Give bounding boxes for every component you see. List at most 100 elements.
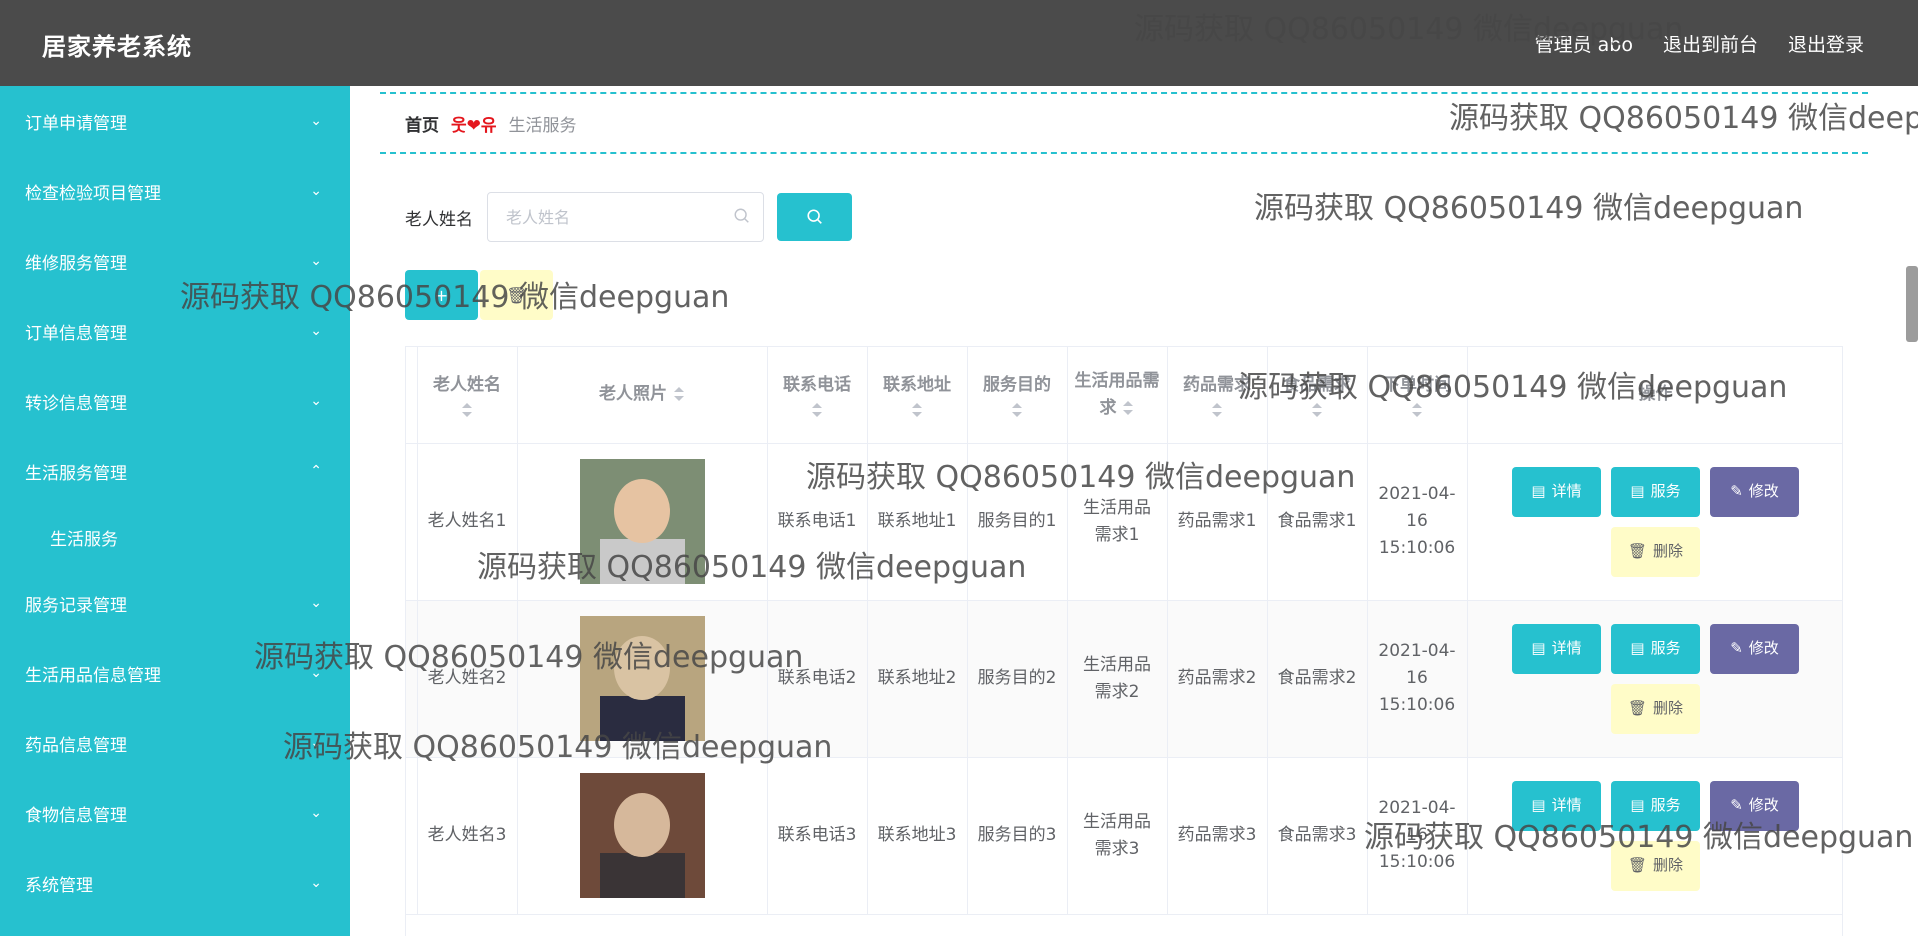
sort-icon[interactable]	[673, 387, 685, 402]
sidebar-item-repair[interactable]: 维修服务管理 ⌄	[0, 226, 350, 296]
row-spacer	[406, 600, 418, 758]
document-icon: ▤	[1531, 482, 1546, 500]
header-address[interactable]: 联系地址	[867, 347, 968, 444]
sort-icon[interactable]	[1122, 400, 1134, 415]
delete-button-label: 删除	[1653, 542, 1684, 560]
header-phone[interactable]: 联系电话	[767, 347, 868, 444]
sort-icon[interactable]	[911, 403, 923, 418]
cell-goods-text: 生活用品需求3	[1083, 811, 1151, 859]
detail-button[interactable]: ▤ 详情	[1512, 780, 1601, 831]
chevron-down-icon: ⌄	[310, 323, 322, 339]
delete-button[interactable]: 🗑 删除	[1611, 683, 1700, 734]
sidebar-subitem-life-service[interactable]: 生活服务	[0, 506, 350, 568]
service-button[interactable]: ▤ 服务	[1611, 466, 1700, 517]
header-actions: 操作	[1467, 347, 1842, 444]
scrollbar[interactable]	[1906, 266, 1918, 342]
chevron-down-icon: ⌄	[310, 183, 322, 199]
service-button-label: 服务	[1650, 639, 1681, 657]
breadcrumb: 首页 웃❤유 生活服务	[380, 92, 1868, 154]
header-food[interactable]: 食品需求	[1267, 347, 1368, 444]
cell-time-text: 2021-04-16 15:10:06	[1378, 484, 1456, 558]
header-name[interactable]: 老人姓名	[417, 347, 518, 444]
batch-delete-button[interactable]: 🗑	[480, 270, 553, 320]
cell-phone-text: 联系电话2	[777, 668, 857, 688]
cell-name: 老人姓名2	[417, 600, 518, 758]
cell-food-text: 食品需求3	[1277, 825, 1357, 845]
cell-address: 联系地址2	[867, 600, 968, 758]
cell-medicine: 药品需求1	[1167, 443, 1268, 601]
cell-purpose: 服务目的3	[967, 757, 1068, 915]
sidebar-item-order-apply[interactable]: 订单申请管理 ⌄	[0, 86, 350, 156]
edit-button-label: 修改	[1748, 482, 1779, 500]
delete-button-label: 删除	[1653, 856, 1684, 874]
sort-icon[interactable]	[1411, 403, 1423, 418]
search-form: 老人姓名	[405, 192, 852, 242]
sort-icon[interactable]	[1211, 403, 1223, 418]
sort-icon[interactable]	[811, 403, 823, 418]
pencil-icon: ✎	[1730, 482, 1743, 500]
cell-actions: ▤ 详情 ▤ 服务 ✎ 修改 🗑 删除	[1467, 600, 1842, 758]
service-button[interactable]: ▤ 服务	[1611, 780, 1700, 831]
sidebar-item-food[interactable]: 食物信息管理 ⌄	[0, 778, 350, 848]
search-button[interactable]	[777, 193, 852, 241]
sort-icon[interactable]	[1311, 403, 1323, 418]
cell-food-text: 食品需求1	[1277, 511, 1357, 531]
cell-name: 老人姓名3	[417, 757, 518, 915]
sidebar-item-medicine[interactable]: 药品信息管理 ⌄	[0, 708, 350, 778]
elder-photo	[579, 616, 705, 741]
detail-button[interactable]: ▤ 详情	[1512, 466, 1601, 517]
sort-icon[interactable]	[461, 403, 473, 418]
header-spacer	[406, 347, 418, 444]
header-time[interactable]: 下单时间	[1367, 347, 1468, 444]
header-purpose[interactable]: 服务目的	[967, 347, 1068, 444]
search-icon	[734, 208, 749, 223]
sidebar-item-label: 食物信息管理	[25, 805, 127, 826]
cell-address: 联系地址3	[867, 757, 968, 915]
sort-icon[interactable]	[1011, 403, 1023, 418]
detail-button-label: 详情	[1551, 482, 1582, 500]
chevron-down-icon: ⌄	[310, 805, 322, 821]
content-panel: 老人姓名 + 🗑 老人姓名 老人照	[380, 166, 1868, 936]
cell-address-text: 联系地址2	[877, 668, 957, 688]
header-goods[interactable]: 生活用品需求	[1067, 347, 1168, 444]
cell-actions: ▤ 详情 ▤ 服务 ✎ 修改 🗑 删除	[1467, 443, 1842, 601]
breadcrumb-home[interactable]: 首页	[405, 111, 439, 136]
add-button[interactable]: +	[405, 270, 478, 320]
detail-button[interactable]: ▤ 详情	[1512, 623, 1601, 674]
sidebar-item-label: 检查检验项目管理	[25, 183, 161, 204]
table-header-row: 老人姓名 老人照片 联系电话 联系地址 服务目的 生活用品需求 药品需求 食品需…	[406, 347, 1842, 444]
delete-button[interactable]: 🗑 删除	[1611, 840, 1700, 891]
sidebar-item-service-record[interactable]: 服务记录管理 ⌄	[0, 568, 350, 638]
search-icon	[806, 209, 822, 224]
sidebar-item-order-info[interactable]: 订单信息管理 ⌄	[0, 296, 350, 366]
service-button[interactable]: ▤ 服务	[1611, 623, 1700, 674]
cell-photo	[517, 600, 768, 758]
header-photo[interactable]: 老人照片	[517, 347, 768, 444]
sidebar-item-daily-goods[interactable]: 生活用品信息管理 ⌄	[0, 638, 350, 708]
sidebar-item-life-service[interactable]: 生活服务管理 ⌃	[0, 436, 350, 506]
sidebar-item-inspection[interactable]: 检查检验项目管理 ⌄	[0, 156, 350, 226]
logout-link[interactable]: 退出登录	[1788, 30, 1864, 57]
cell-photo	[517, 443, 768, 601]
exit-to-frontend-link[interactable]: 退出到前台	[1663, 30, 1758, 57]
row-actions: ▤ 详情 ▤ 服务 ✎ 修改 🗑 删除	[1506, 466, 1806, 577]
cell-phone: 联系电话2	[767, 600, 868, 758]
sidebar-item-label: 转诊信息管理	[25, 393, 127, 414]
edit-button-label: 修改	[1748, 639, 1779, 657]
cell-medicine-text: 药品需求2	[1177, 668, 1257, 688]
sidebar-item-system[interactable]: 系统管理 ⌄	[0, 848, 350, 918]
edit-button[interactable]: ✎ 修改	[1710, 466, 1799, 517]
sidebar-item-label: 系统管理	[25, 875, 93, 896]
cell-time-text: 2021-04-16 15:10:06	[1378, 798, 1456, 872]
sidebar-menu: 订单申请管理 ⌄ 检查检验项目管理 ⌄ 维修服务管理 ⌄ 订单信息管理 ⌄ 转诊…	[0, 86, 350, 936]
cell-actions: ▤ 详情 ▤ 服务 ✎ 修改 🗑 删除	[1467, 757, 1842, 915]
cell-purpose-text: 服务目的3	[977, 825, 1057, 845]
sidebar-item-referral[interactable]: 转诊信息管理 ⌄	[0, 366, 350, 436]
edit-button[interactable]: ✎ 修改	[1710, 623, 1799, 674]
edit-button[interactable]: ✎ 修改	[1710, 780, 1799, 831]
header-medicine[interactable]: 药品需求	[1167, 347, 1268, 444]
sidebar-item-label: 服务记录管理	[25, 595, 127, 616]
search-input[interactable]	[488, 193, 718, 241]
row-actions: ▤ 详情 ▤ 服务 ✎ 修改 🗑 删除	[1506, 623, 1806, 734]
delete-button[interactable]: 🗑 删除	[1611, 526, 1700, 577]
